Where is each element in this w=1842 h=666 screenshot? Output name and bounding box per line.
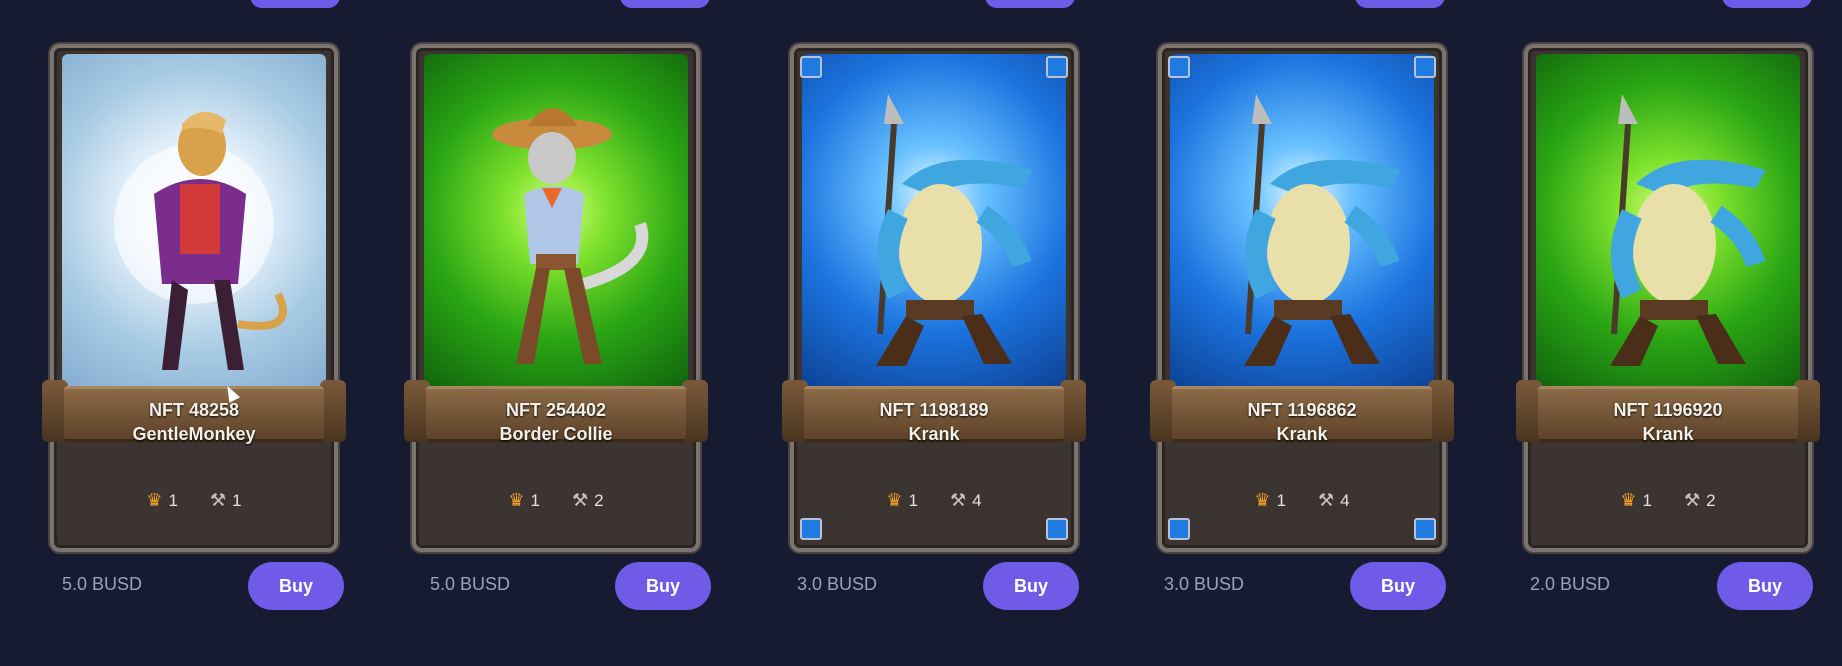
card-corner-gem-icon <box>800 518 822 540</box>
character-art <box>802 54 1066 404</box>
price-label: 3.0 BUSD <box>797 574 878 594</box>
nft-card[interactable]: NFT 1198189 Krank ♛ 1 ⚒ 4 <box>780 40 1088 560</box>
buy-button[interactable]: Buy <box>1717 562 1813 610</box>
dog-character-icon <box>492 108 649 364</box>
nft-id-label: NFT 254402 <box>505 400 607 420</box>
crown-icon: ♛ <box>146 490 163 510</box>
nft-id-label: NFT 48258 <box>148 400 240 420</box>
card-corner-gem-icon <box>1414 518 1436 540</box>
nft-card[interactable]: NFT 48258 GentleMonkey ♛ 1 ⚒ 1 <box>40 40 348 560</box>
nft-card[interactable]: NFT 1196920 Krank ♛ 1 ⚒ 2 <box>1514 40 1822 560</box>
price-label: 5.0 BUSD <box>62 574 143 594</box>
hammer-icon: ⚒ <box>950 490 967 510</box>
card-stats: ♛ 1 ⚒ 4 <box>1148 490 1456 511</box>
card-stats: ♛ 1 ⚒ 4 <box>780 490 1088 511</box>
card-corner-gem-icon <box>1414 56 1436 78</box>
character-name: GentleMonkey <box>132 424 256 444</box>
crown-icon: ♛ <box>1620 490 1637 510</box>
card-corner-gem-icon <box>1168 56 1190 78</box>
character-name: Krank <box>1642 424 1694 444</box>
price-label: 3.0 BUSD <box>1164 574 1245 594</box>
previous-row-buy-button[interactable] <box>620 0 710 8</box>
card-stats: ♛ 1 ⚒ 1 <box>40 490 348 511</box>
rank-value: 1 <box>168 490 178 510</box>
rank-value: 1 <box>1276 490 1286 510</box>
card-stats: ♛ 1 ⚒ 2 <box>1514 490 1822 511</box>
crocodile-character-icon <box>1610 94 1766 366</box>
card-corner-gem-icon <box>800 56 822 78</box>
crown-icon: ♛ <box>1254 490 1271 510</box>
character-name: Krank <box>908 424 960 444</box>
buy-button[interactable]: Buy <box>1350 562 1446 610</box>
character-art <box>1536 54 1800 404</box>
price-label: 2.0 BUSD <box>1530 574 1611 594</box>
nft-id-label: NFT 1196862 <box>1247 400 1357 420</box>
previous-row-buy-button[interactable] <box>1722 0 1812 8</box>
hammer-icon: ⚒ <box>572 490 589 510</box>
character-name: Border Collie <box>499 424 613 444</box>
price-label: 5.0 BUSD <box>430 574 511 594</box>
card-stats: ♛ 1 ⚒ 2 <box>402 490 710 511</box>
previous-row-buy-button[interactable] <box>250 0 340 8</box>
card-corner-gem-icon <box>1046 56 1068 78</box>
rank-value: 1 <box>908 490 918 510</box>
crocodile-character-icon <box>1244 94 1400 366</box>
crown-icon: ♛ <box>886 490 903 510</box>
crocodile-character-icon <box>876 94 1032 366</box>
tool-value: 4 <box>1340 490 1350 510</box>
card-corner-gem-icon <box>1168 518 1190 540</box>
rank-value: 1 <box>530 490 540 510</box>
buy-button[interactable]: Buy <box>248 562 344 610</box>
character-art <box>62 54 326 404</box>
nft-card[interactable]: NFT 1196862 Krank ♛ 1 ⚒ 4 <box>1148 40 1456 560</box>
character-name: Krank <box>1276 424 1328 444</box>
rank-value: 1 <box>1642 490 1652 510</box>
previous-row-buy-button[interactable] <box>985 0 1075 8</box>
card-corner-gem-icon <box>1046 518 1068 540</box>
nft-id-label: NFT 1198189 <box>879 400 989 420</box>
character-art <box>424 54 688 404</box>
tool-value: 1 <box>232 490 242 510</box>
crown-icon: ♛ <box>508 490 525 510</box>
nft-id-label: NFT 1196920 <box>1613 400 1723 420</box>
tool-value: 2 <box>1706 490 1716 510</box>
hammer-icon: ⚒ <box>1684 490 1701 510</box>
hammer-icon: ⚒ <box>1318 490 1335 510</box>
buy-button[interactable]: Buy <box>983 562 1079 610</box>
buy-button[interactable]: Buy <box>615 562 711 610</box>
hammer-icon: ⚒ <box>210 490 227 510</box>
nft-card[interactable]: NFT 254402 Border Collie ♛ 1 ⚒ 2 <box>402 40 710 560</box>
previous-row-buy-button[interactable] <box>1355 0 1445 8</box>
tool-value: 2 <box>594 490 604 510</box>
monkey-character-icon <box>114 111 287 370</box>
character-art <box>1170 54 1434 404</box>
tool-value: 4 <box>972 490 982 510</box>
